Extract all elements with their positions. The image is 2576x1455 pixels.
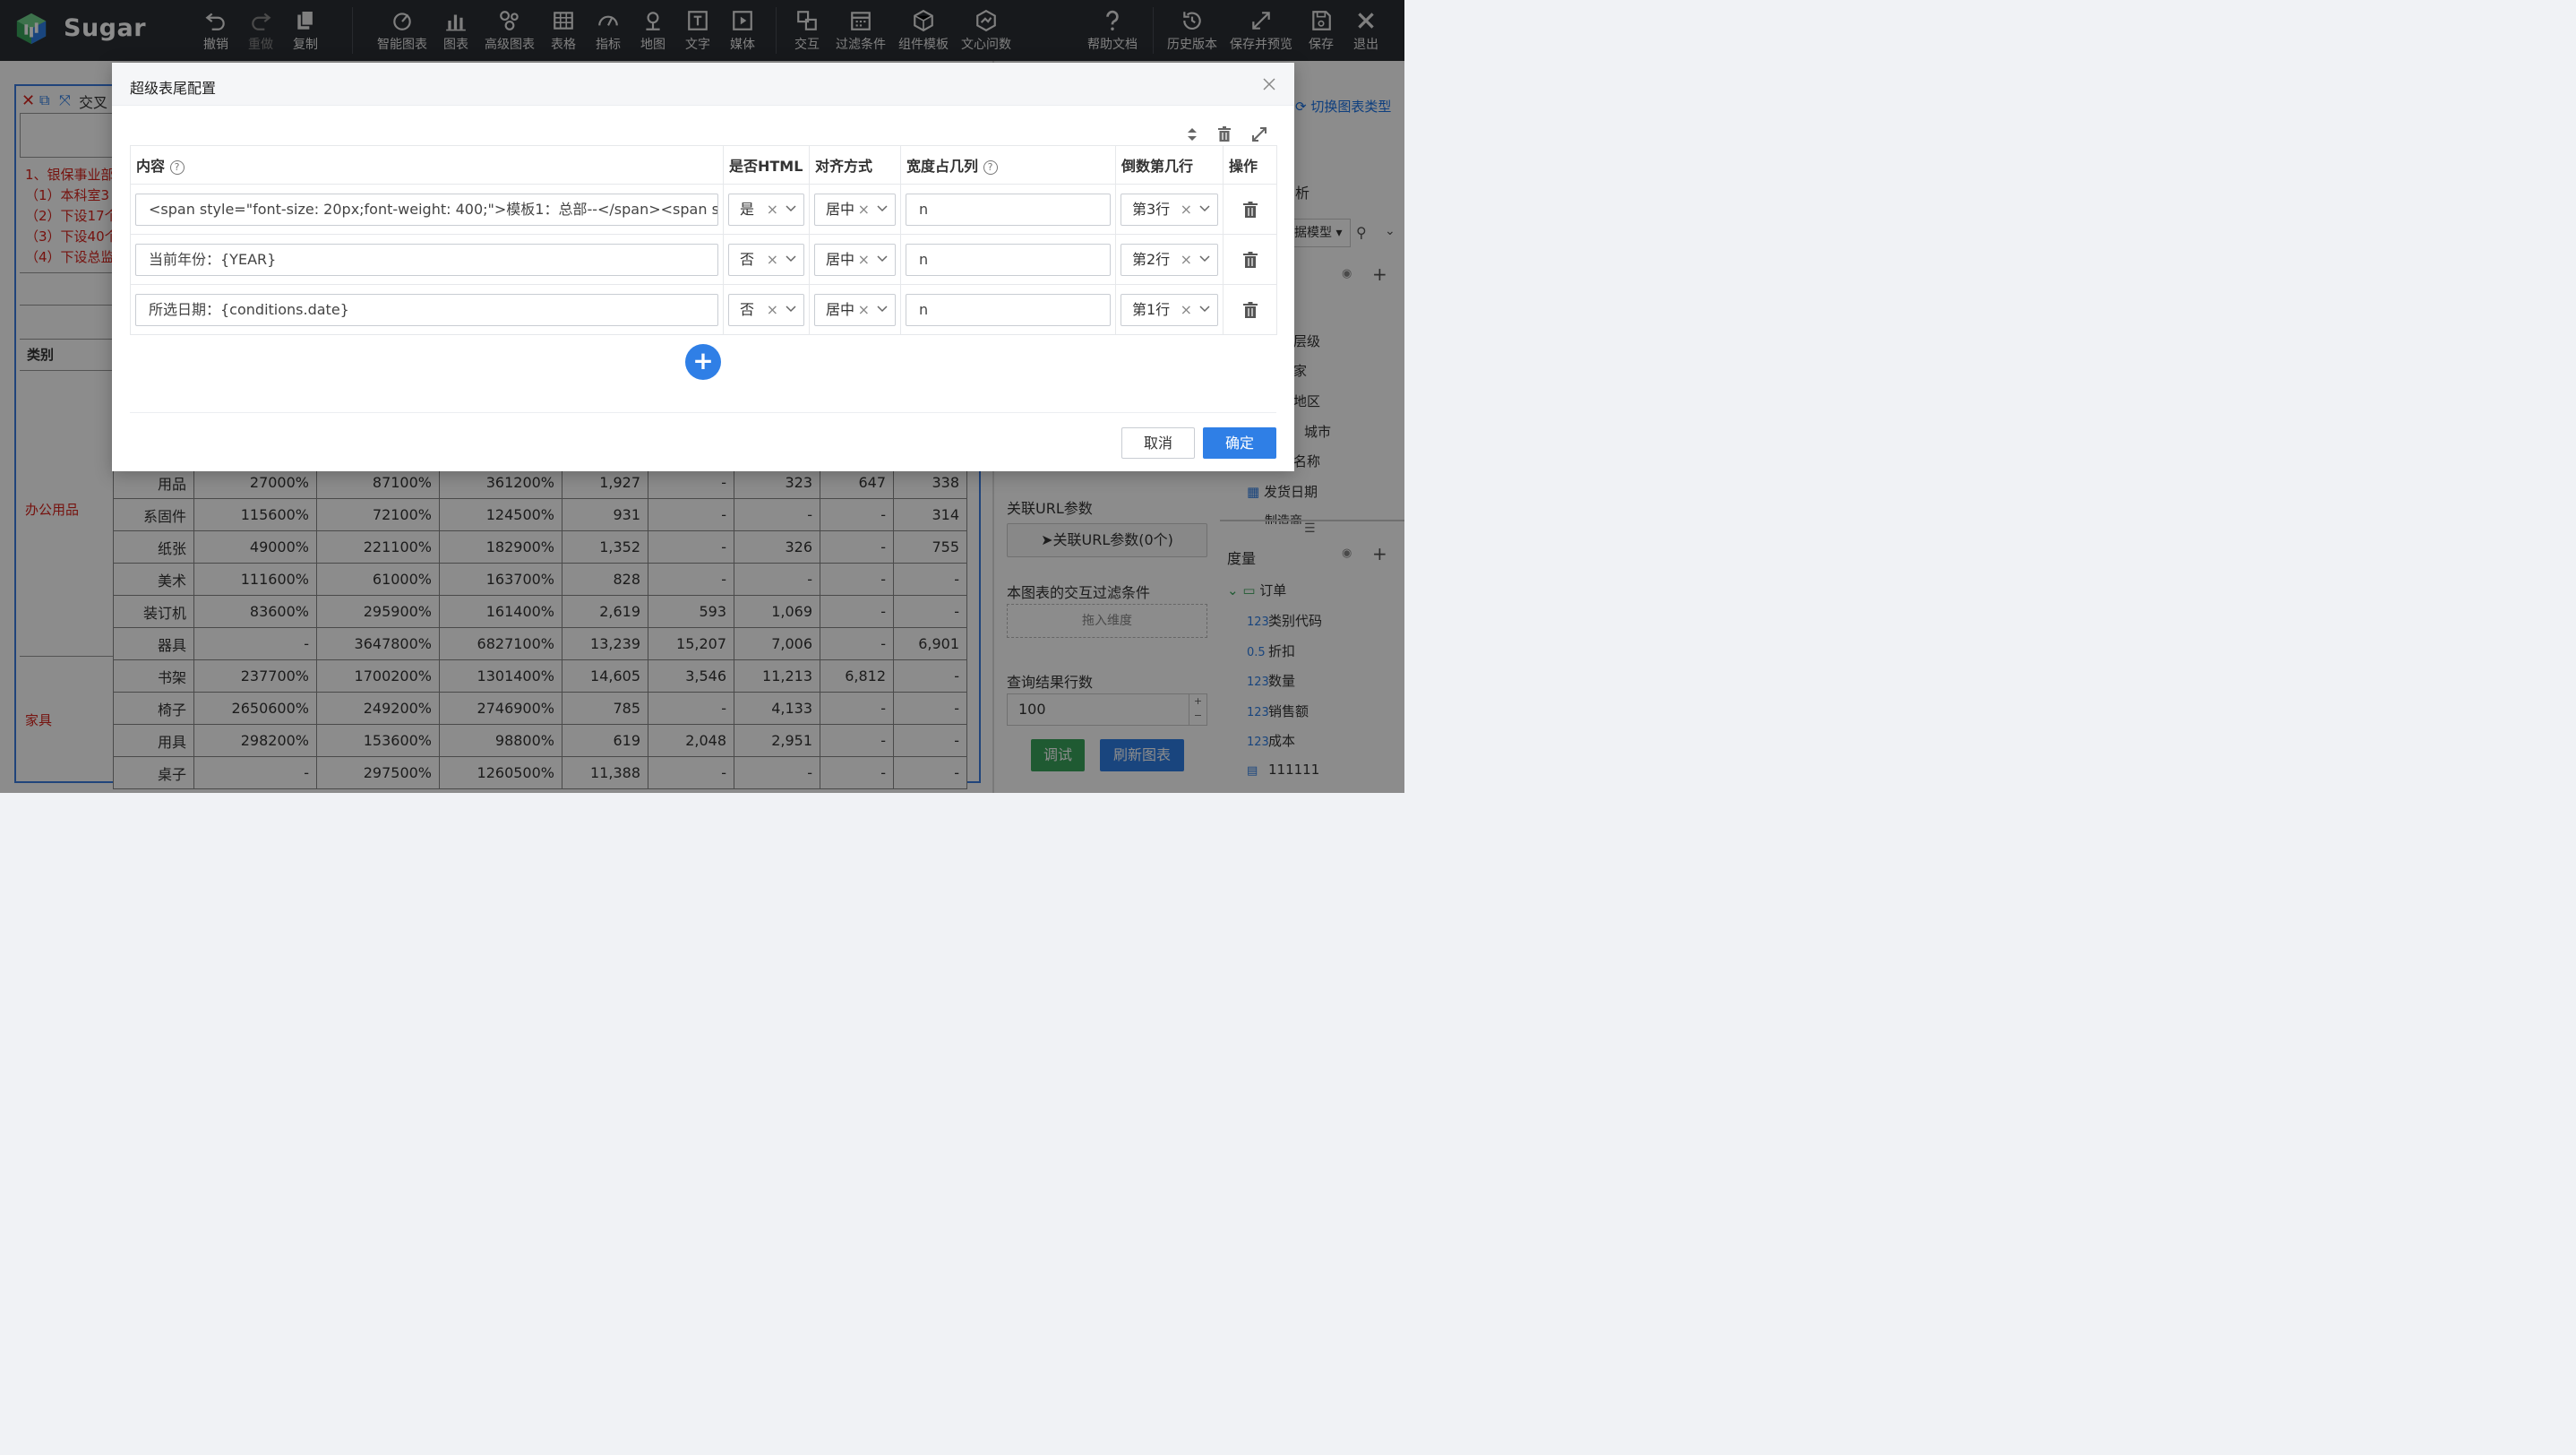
column-header-row-from-end: 倒数第几行 [1115, 145, 1224, 185]
row-from-end-select[interactable]: 第3行 × [1121, 193, 1218, 226]
dialog-footer-divider [130, 412, 1276, 413]
content-cell: <span style="font-size: 20px;font-weight… [130, 184, 724, 235]
align-cell: 居中 × [809, 184, 901, 235]
dialog-title: 超级表尾配置 [130, 80, 217, 97]
clear-icon[interactable]: × [1181, 194, 1192, 225]
is-html-cell: 否 × [723, 284, 810, 335]
content-input[interactable]: 当前年份：{YEAR} [135, 243, 718, 276]
chevron-down-icon [786, 204, 796, 211]
action-cell [1223, 284, 1277, 335]
is-html-select[interactable]: 是 × [728, 193, 804, 226]
content-cell: 所选日期：{conditions.date} [130, 284, 724, 335]
chevron-down-icon [1199, 204, 1210, 211]
clear-icon[interactable]: × [858, 245, 870, 275]
content-input[interactable]: <span style="font-size: 20px;font-weight… [135, 193, 718, 226]
row-from-end-select[interactable]: 第2行 × [1121, 243, 1218, 276]
help-icon[interactable]: ? [983, 160, 998, 175]
clear-icon[interactable]: × [858, 194, 870, 225]
clear-icon[interactable]: × [1181, 295, 1192, 325]
expand-icon[interactable] [1250, 125, 1268, 143]
content-input[interactable]: 所选日期：{conditions.date} [135, 293, 718, 326]
content-cell: 当前年份：{YEAR} [130, 234, 724, 285]
add-row-button[interactable]: + [685, 344, 721, 380]
close-icon[interactable] [1260, 75, 1278, 93]
chevron-down-icon [877, 254, 888, 262]
width-input[interactable]: n [906, 293, 1111, 326]
row-cell: 第2行 × [1115, 234, 1224, 285]
clear-icon[interactable]: × [767, 245, 778, 275]
chevron-down-icon [1199, 254, 1210, 262]
super-table-footer-dialog: 超级表尾配置 内容 ? 是否HTML 对齐方式 宽度占几列 ? 倒数第几行 操作… [112, 63, 1294, 471]
action-cell [1223, 184, 1277, 235]
footer-row: <span style="font-size: 20px;font-weight… [130, 184, 1277, 235]
footer-row: 所选日期：{conditions.date} 否 × 居中 × n 第1行 × [130, 284, 1277, 335]
chevron-down-icon [1199, 305, 1210, 312]
is-html-select[interactable]: 否 × [728, 293, 804, 326]
align-select[interactable]: 居中 × [814, 293, 896, 326]
align-cell: 居中 × [809, 234, 901, 285]
delete-row-icon[interactable] [1242, 201, 1258, 219]
clear-icon[interactable]: × [767, 295, 778, 325]
align-cell: 居中 × [809, 284, 901, 335]
delete-row-icon[interactable] [1242, 301, 1258, 319]
clear-icon[interactable]: × [858, 295, 870, 325]
delete-row-icon[interactable] [1242, 251, 1258, 269]
width-cell: n [900, 284, 1116, 335]
column-header-is-html: 是否HTML [723, 145, 810, 185]
chevron-down-icon [786, 305, 796, 312]
action-cell [1223, 234, 1277, 285]
dialog-header: 超级表尾配置 [112, 63, 1294, 106]
chevron-down-icon [877, 204, 888, 211]
is-html-select[interactable]: 否 × [728, 243, 804, 276]
table-header-row: 内容 ? 是否HTML 对齐方式 宽度占几列 ? 倒数第几行 操作 [130, 145, 1277, 185]
trash-icon[interactable] [1215, 125, 1233, 143]
row-cell: 第3行 × [1115, 184, 1224, 235]
cancel-button[interactable]: 取消 [1121, 427, 1195, 459]
column-header-width: 宽度占几列 ? [900, 145, 1116, 185]
width-input[interactable]: n [906, 243, 1111, 276]
width-input[interactable]: n [906, 193, 1111, 226]
row-cell: 第1行 × [1115, 284, 1224, 335]
help-icon[interactable]: ? [169, 160, 185, 175]
chevron-down-icon [877, 305, 888, 312]
align-select[interactable]: 居中 × [814, 243, 896, 276]
column-header-align: 对齐方式 [809, 145, 901, 185]
align-select[interactable]: 居中 × [814, 193, 896, 226]
clear-icon[interactable]: × [1181, 245, 1192, 275]
row-from-end-select[interactable]: 第1行 × [1121, 293, 1218, 326]
is-html-cell: 否 × [723, 234, 810, 285]
footer-config-table: 内容 ? 是否HTML 对齐方式 宽度占几列 ? 倒数第几行 操作 <span … [130, 145, 1277, 335]
column-header-actions: 操作 [1223, 145, 1277, 185]
clear-icon[interactable]: × [767, 194, 778, 225]
width-cell: n [900, 184, 1116, 235]
is-html-cell: 是 × [723, 184, 810, 235]
sort-icon[interactable] [1183, 125, 1201, 143]
chevron-down-icon [786, 254, 796, 262]
column-header-content: 内容 ? [130, 145, 724, 185]
width-cell: n [900, 234, 1116, 285]
confirm-button[interactable]: 确定 [1203, 427, 1276, 459]
footer-row: 当前年份：{YEAR} 否 × 居中 × n 第2行 × [130, 234, 1277, 285]
